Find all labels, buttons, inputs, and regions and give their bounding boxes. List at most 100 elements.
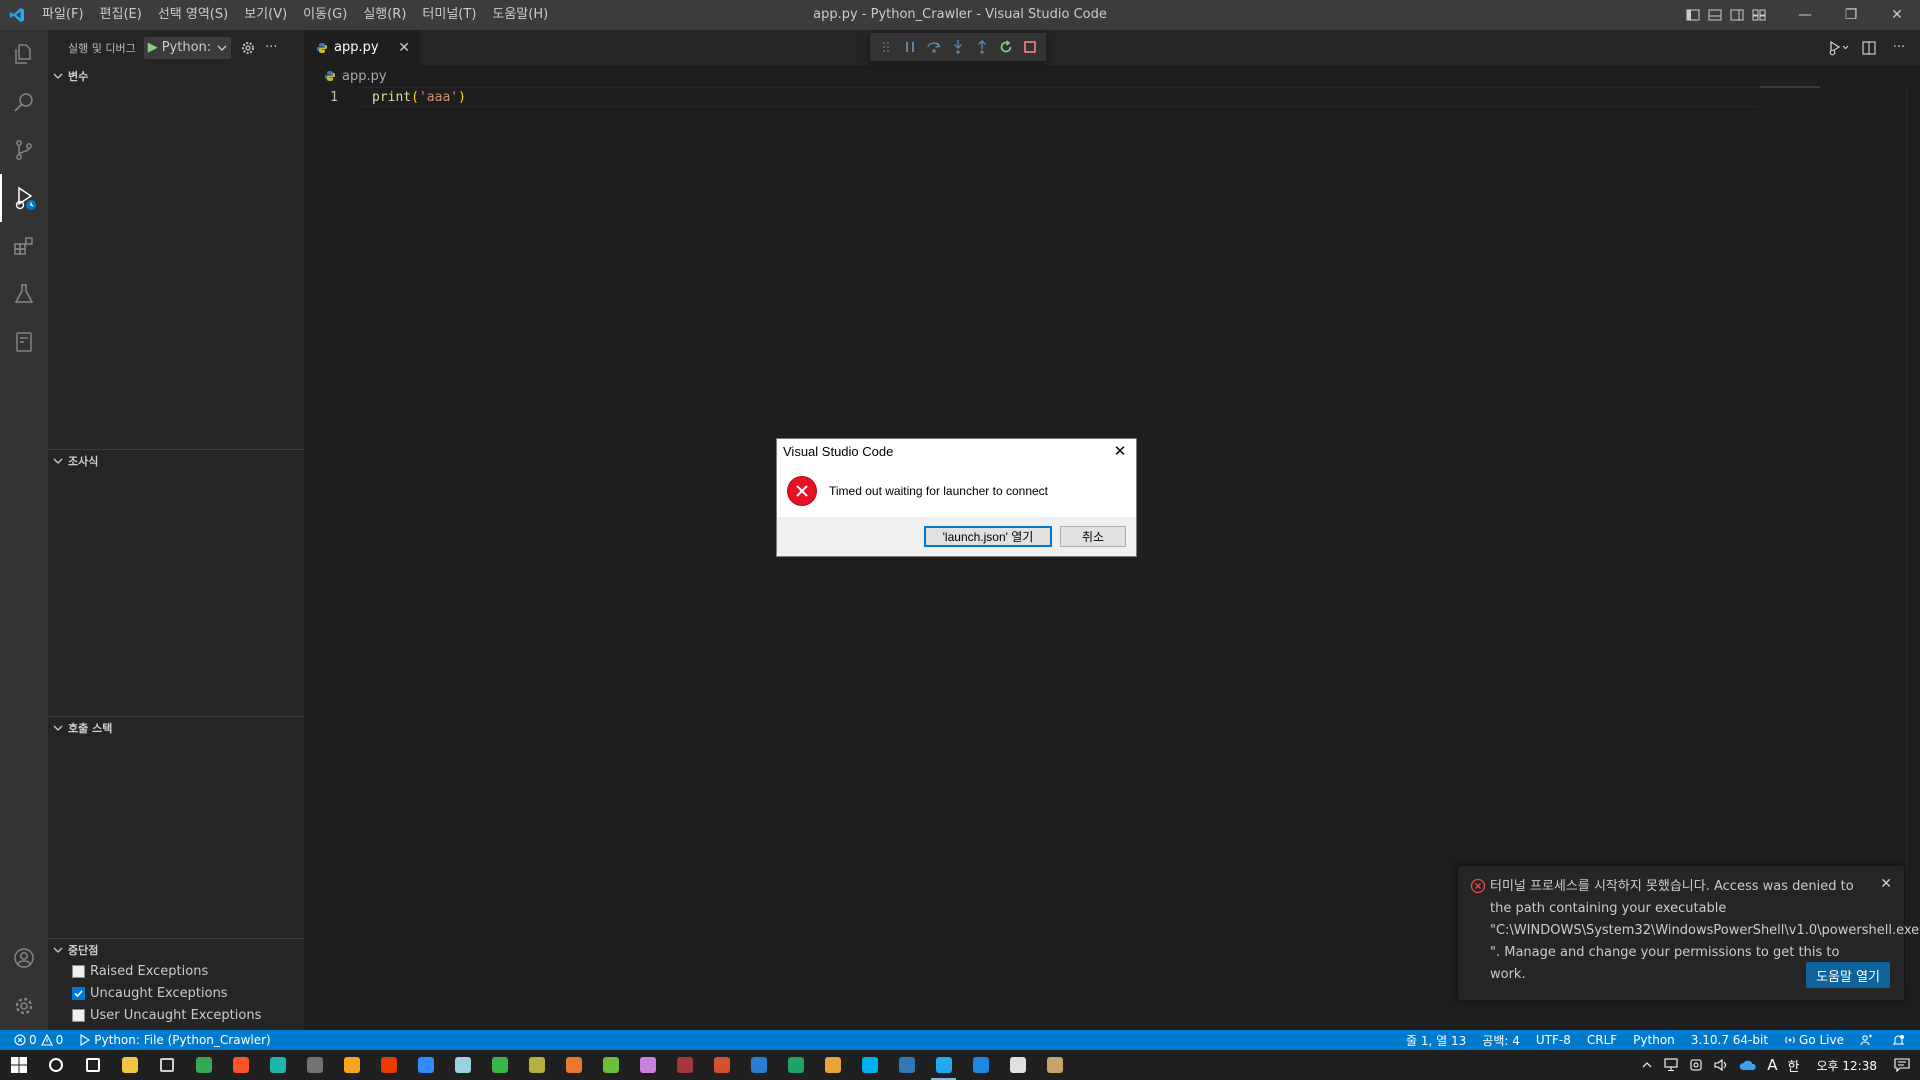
tab-app-py[interactable]: app.py ✕ — [304, 30, 420, 65]
taskbar-search-icon[interactable] — [37, 1050, 74, 1080]
menu-selection[interactable]: 선택 영역(S) — [150, 0, 236, 30]
taskbar-settings-icon[interactable] — [148, 1050, 185, 1080]
dialog-close-button[interactable]: ✕ — [1110, 441, 1130, 461]
breakpoint-item[interactable]: User Uncaught Exceptions — [48, 1004, 304, 1026]
testing-flask-icon[interactable] — [0, 270, 48, 318]
variables-header[interactable]: 변수 — [48, 65, 304, 87]
taskbar-powerpoint-icon[interactable] — [703, 1050, 740, 1080]
open-launch-json-button[interactable]: 'launch.json' 열기 — [924, 526, 1052, 547]
restore-button[interactable]: ❐ — [1828, 0, 1874, 30]
problems-status[interactable]: 0 0 — [0, 1030, 71, 1050]
breakpoint-item[interactable]: Raised Exceptions — [48, 960, 304, 982]
taskbar-excel-icon[interactable] — [777, 1050, 814, 1080]
taskbar-app-blue-icon[interactable] — [888, 1050, 925, 1080]
restart-icon[interactable] — [994, 34, 1018, 60]
call-stack-header[interactable]: 호출 스택 — [48, 716, 304, 738]
accounts-icon[interactable] — [0, 934, 48, 982]
pause-icon[interactable] — [898, 34, 922, 60]
toggle-panel-icon[interactable] — [1704, 0, 1726, 30]
feedback-icon[interactable] — [1852, 1030, 1884, 1050]
minimap[interactable] — [1760, 86, 1820, 88]
toggle-secondary-sidebar-icon[interactable] — [1726, 0, 1748, 30]
close-window-button[interactable]: ✕ — [1874, 0, 1920, 30]
editor-more-actions-icon[interactable]: ··· — [1886, 35, 1912, 61]
remote-explorer-icon[interactable] — [0, 318, 48, 366]
menu-go[interactable]: 이동(G) — [295, 0, 355, 30]
raised-exceptions-checkbox[interactable] — [72, 964, 85, 978]
extensions-icon[interactable] — [0, 222, 48, 270]
volume-icon[interactable] — [1708, 1058, 1734, 1072]
notifications-bell-icon[interactable] — [1884, 1030, 1920, 1050]
taskbar-vpn-icon[interactable] — [481, 1050, 518, 1080]
step-out-icon[interactable] — [970, 34, 994, 60]
taskbar-word-icon[interactable] — [740, 1050, 777, 1080]
ime-mode-letter[interactable]: A — [1762, 1056, 1782, 1074]
taskbar-notepad-icon[interactable] — [444, 1050, 481, 1080]
cancel-button[interactable]: 취소 — [1060, 526, 1126, 547]
editor-scrollbar[interactable] — [1906, 87, 1920, 987]
taskbar-edge-icon[interactable] — [333, 1050, 370, 1080]
device-icon[interactable] — [1684, 1058, 1708, 1072]
code-line[interactable]: 1 print('aaa') — [304, 87, 1920, 107]
step-into-icon[interactable] — [946, 34, 970, 60]
encoding-status[interactable]: UTF-8 — [1528, 1030, 1579, 1050]
user-uncaught-exceptions-checkbox[interactable] — [72, 1008, 85, 1022]
notification-close-button[interactable]: ✕ — [1880, 876, 1892, 892]
run-python-file-icon[interactable] — [1826, 35, 1852, 61]
taskbar-onenote-icon[interactable] — [629, 1050, 666, 1080]
step-over-icon[interactable] — [922, 34, 946, 60]
tab-close-icon[interactable]: ✕ — [398, 40, 410, 56]
open-help-button[interactable]: 도움말 열기 — [1806, 962, 1890, 988]
taskbar-office-icon[interactable] — [370, 1050, 407, 1080]
customize-layout-icon[interactable] — [1748, 0, 1770, 30]
minimize-button[interactable]: — — [1782, 0, 1828, 30]
menu-edit[interactable]: 편집(E) — [92, 0, 150, 30]
source-control-icon[interactable] — [0, 126, 48, 174]
taskbar-task-view-icon[interactable] — [74, 1050, 111, 1080]
menu-run[interactable]: 실행(R) — [355, 0, 414, 30]
stop-icon[interactable] — [1018, 34, 1042, 60]
debug-config-select[interactable]: ▶ Python: — [143, 36, 232, 59]
run-and-debug-icon[interactable] — [0, 174, 48, 222]
taskbar-vscode-icon[interactable] — [925, 1050, 962, 1080]
chevron-up-icon[interactable] — [1636, 1059, 1658, 1071]
cursor-position-status[interactable]: 줄 1, 열 13 — [1398, 1030, 1474, 1050]
onedrive-cloud-icon[interactable] — [1734, 1059, 1762, 1071]
taskbar-calculator-icon[interactable] — [296, 1050, 333, 1080]
taskbar-app-orange-icon[interactable] — [814, 1050, 851, 1080]
taskbar-skype-icon[interactable] — [851, 1050, 888, 1080]
breakpoint-item[interactable]: Uncaught Exceptions — [48, 982, 304, 1004]
drag-handle-icon[interactable] — [874, 34, 898, 60]
menu-help[interactable]: 도움말(H) — [484, 0, 556, 30]
uncaught-exceptions-checkbox[interactable] — [72, 986, 85, 1000]
taskbar-app-figure-icon[interactable] — [999, 1050, 1036, 1080]
explorer-icon[interactable] — [0, 30, 48, 78]
split-editor-icon[interactable] — [1856, 35, 1882, 61]
breadcrumb-file[interactable]: app.py — [342, 69, 387, 84]
taskbar-chrome-icon[interactable] — [185, 1050, 222, 1080]
debug-settings-gear-icon[interactable] — [241, 41, 255, 55]
manage-gear-icon[interactable] — [0, 982, 48, 1030]
language-status[interactable]: Python — [1625, 1030, 1683, 1050]
toggle-primary-sidebar-icon[interactable] — [1682, 0, 1704, 30]
taskbar-access-icon[interactable] — [666, 1050, 703, 1080]
action-center-icon[interactable] — [1889, 1058, 1920, 1072]
menu-file[interactable]: 파일(F) — [34, 0, 92, 30]
indentation-status[interactable]: 공백: 4 — [1474, 1030, 1528, 1050]
taskbar-app-pin-icon[interactable] — [962, 1050, 999, 1080]
taskbar-app-dark-icon[interactable] — [518, 1050, 555, 1080]
menu-terminal[interactable]: 터미널(T) — [414, 0, 484, 30]
clock[interactable]: 오후 12:38 — [1805, 1057, 1889, 1074]
taskbar-brave-icon[interactable] — [222, 1050, 259, 1080]
taskbar-app-green-icon[interactable] — [592, 1050, 629, 1080]
search-icon[interactable] — [0, 78, 48, 126]
go-live-status[interactable]: Go Live — [1776, 1030, 1852, 1050]
start-debugging-icon[interactable]: ▶ — [148, 40, 158, 55]
ime-language[interactable]: 한 — [1783, 1056, 1805, 1075]
menu-view[interactable]: 보기(V) — [236, 0, 295, 30]
sidebar-more-actions-icon[interactable]: ··· — [265, 40, 277, 55]
windows-start-icon[interactable] — [0, 1050, 37, 1080]
eol-status[interactable]: CRLF — [1579, 1030, 1625, 1050]
taskbar-file-explorer-icon[interactable] — [111, 1050, 148, 1080]
taskbar-butterfly-icon[interactable] — [555, 1050, 592, 1080]
